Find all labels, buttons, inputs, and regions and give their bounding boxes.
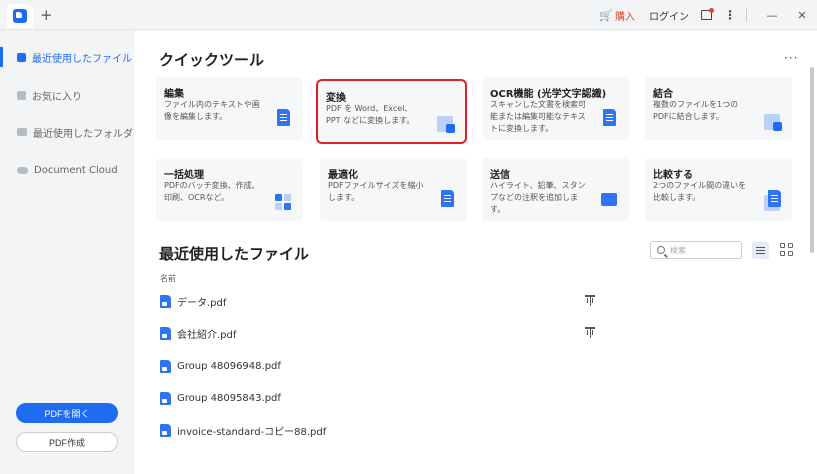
card-description: PDFのバッチ変換、作成、印刷、OCRなど。 bbox=[164, 181, 260, 202]
app-logo-icon bbox=[13, 9, 27, 23]
pdf-file-icon bbox=[160, 294, 171, 308]
cart-icon: 🛒 bbox=[599, 8, 613, 22]
file-row[interactable]: Group 48096948.pdf bbox=[160, 357, 780, 375]
folder-icon bbox=[17, 128, 27, 136]
divider bbox=[746, 8, 747, 22]
card-title: OCR機能 (光学文字認識) bbox=[490, 89, 607, 100]
pdf-file-icon bbox=[160, 391, 171, 405]
title-bar: + 🛒 購入 ログイン ⋮ — ✕ bbox=[0, 0, 817, 30]
send-icon bbox=[601, 190, 619, 212]
notification-icon[interactable] bbox=[701, 8, 714, 20]
list-view-button[interactable] bbox=[752, 242, 769, 259]
search-box[interactable] bbox=[650, 241, 742, 259]
card-title: 送信 bbox=[490, 170, 510, 181]
tool-card-edit[interactable]: 編集 ファイル内のテキストや画像を編集します。 bbox=[156, 77, 303, 140]
edit-icon bbox=[275, 109, 293, 131]
card-title: 比較する bbox=[653, 170, 693, 181]
file-row[interactable]: Group 48095843.pdf bbox=[160, 389, 780, 407]
grid-view-icon bbox=[780, 243, 785, 248]
batch-icon bbox=[275, 190, 293, 212]
tool-card-convert[interactable]: 変換 PDF を Word、Excel、PPT などに変換します。 bbox=[316, 79, 467, 144]
card-description: PDFファイルサイズを縮小します。 bbox=[328, 181, 424, 202]
create-pdf-button[interactable]: PDF作成 bbox=[16, 432, 118, 452]
pdf-file-icon bbox=[160, 359, 171, 373]
tool-card-optimize[interactable]: 最適化 PDFファイルサイズを縮小します。 bbox=[320, 158, 467, 221]
list-view-icon bbox=[756, 247, 765, 254]
more-menu-icon[interactable]: ⋮ bbox=[724, 8, 736, 22]
card-title: 結合 bbox=[653, 89, 673, 100]
column-header-name: 名前 bbox=[160, 274, 176, 283]
sidebar-item-document-cloud[interactable]: Document Cloud bbox=[0, 159, 134, 181]
notification-dot bbox=[709, 8, 714, 13]
sidebar-item-label: 最近使用したファイル bbox=[32, 53, 132, 65]
compare-icon bbox=[764, 190, 782, 212]
star-icon bbox=[17, 90, 26, 100]
tool-card-compare[interactable]: 比較する 2つのファイル間の違いを比較します。 bbox=[645, 158, 792, 221]
card-title: 最適化 bbox=[328, 170, 358, 181]
file-row[interactable]: データ.pdf bbox=[160, 292, 780, 310]
close-button[interactable]: ✕ bbox=[787, 9, 817, 22]
pdf-file-icon bbox=[160, 423, 171, 437]
file-row[interactable]: 会社紹介.pdf bbox=[160, 324, 780, 342]
card-description: スキャンした文書を検索可能または編集可能なテキストに変換します。 bbox=[490, 100, 586, 133]
open-pdf-button[interactable]: PDFを開く bbox=[16, 403, 118, 423]
file-name: 会社紹介.pdf bbox=[177, 329, 237, 341]
sidebar-item-label: 最近使用したフォルダ bbox=[33, 128, 133, 140]
tool-card-merge[interactable]: 結合 複数のファイルを1つのPDFに結合します。 bbox=[645, 77, 792, 140]
more-options-icon[interactable]: ··· bbox=[784, 51, 798, 65]
search-icon bbox=[657, 246, 665, 254]
merge-icon bbox=[764, 109, 782, 131]
scrollbar[interactable] bbox=[810, 67, 814, 253]
file-row[interactable]: invoice-standard-コピー88.pdf bbox=[160, 421, 780, 439]
buy-button[interactable]: 🛒 購入 bbox=[599, 8, 635, 23]
sidebar-item-label: Document Cloud bbox=[34, 164, 118, 176]
optimize-icon bbox=[439, 190, 457, 212]
active-indicator bbox=[0, 47, 3, 67]
card-description: ハイライト、鉛筆、スタンプなどの注釈を追加します。 bbox=[490, 181, 586, 214]
convert-icon bbox=[437, 111, 455, 133]
card-title: 変換 bbox=[326, 93, 346, 104]
sidebar: 最近使用したファイル お気に入り 最近使用したフォルダ Document Clo… bbox=[0, 31, 134, 474]
file-name: Group 48095843.pdf bbox=[177, 392, 281, 404]
recent-file-icon bbox=[17, 52, 26, 62]
ocr-icon bbox=[601, 109, 619, 131]
tool-card-batch[interactable]: 一括処理 PDFのバッチ変換、作成、印刷、OCRなど。 bbox=[156, 158, 303, 221]
add-tab-button[interactable]: + bbox=[40, 6, 53, 24]
cloud-icon bbox=[17, 166, 28, 174]
pin-icon[interactable] bbox=[585, 327, 595, 338]
quick-tools-title: クイックツール bbox=[159, 51, 265, 69]
grid-view-button[interactable] bbox=[780, 243, 794, 257]
buy-label: 購入 bbox=[615, 11, 635, 23]
sidebar-item-label: お気に入り bbox=[32, 91, 82, 103]
card-description: ファイル内のテキストや画像を編集します。 bbox=[164, 100, 260, 121]
sidebar-item-recent-folders[interactable]: 最近使用したフォルダ bbox=[0, 121, 134, 143]
recent-files-title: 最近使用したファイル bbox=[159, 245, 310, 263]
card-description: 2つのファイル間の違いを比較します。 bbox=[653, 181, 747, 202]
card-description: 複数のファイルを1つのPDFに結合します。 bbox=[653, 100, 739, 121]
file-name: データ.pdf bbox=[177, 297, 227, 309]
card-title: 編集 bbox=[164, 89, 184, 100]
card-title: 一括処理 bbox=[164, 170, 204, 181]
tool-card-send[interactable]: 送信 ハイライト、鉛筆、スタンプなどの注釈を追加します。 bbox=[482, 158, 629, 221]
file-name: Group 48096948.pdf bbox=[177, 360, 281, 372]
search-input[interactable] bbox=[670, 245, 738, 255]
sidebar-item-favorites[interactable]: お気に入り bbox=[0, 84, 134, 106]
main-panel: クイックツール ··· 編集 ファイル内のテキストや画像を編集します。 変換 P… bbox=[134, 31, 817, 474]
pin-icon[interactable] bbox=[585, 295, 595, 306]
sidebar-item-recent-files[interactable]: 最近使用したファイル bbox=[0, 46, 134, 68]
app-tab[interactable] bbox=[7, 4, 33, 28]
minimize-button[interactable]: — bbox=[757, 9, 787, 22]
file-name: invoice-standard-コピー88.pdf bbox=[177, 426, 327, 438]
pdf-file-icon bbox=[160, 326, 171, 340]
tool-card-ocr[interactable]: OCR機能 (光学文字認識) スキャンした文書を検索可能または編集可能なテキスト… bbox=[482, 77, 629, 140]
card-description: PDF を Word、Excel、PPT などに変換します。 bbox=[326, 104, 415, 125]
login-button[interactable]: ログイン bbox=[649, 8, 689, 23]
